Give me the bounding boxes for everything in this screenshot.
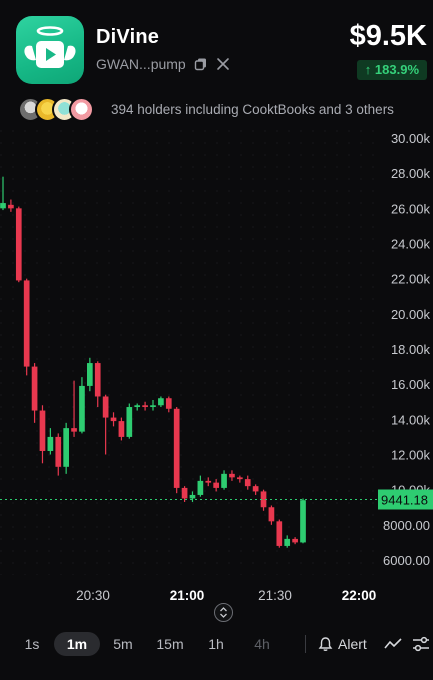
- candle-body: [300, 500, 306, 543]
- holders-row[interactable]: 394 holders including CooktBooks and 3 o…: [18, 97, 428, 123]
- timeframe-toolbar: 1s 1m 5m 15m 1h 4h Alert: [0, 628, 433, 660]
- candle-body: [102, 396, 109, 418]
- candle-body: [173, 408, 180, 488]
- candle-body: [158, 398, 164, 406]
- price-chart[interactable]: 30.00k 28.00k 26.00k 24.00k 22.00k 20.00k 18.0…: [0, 130, 433, 605]
- x-tick-label: 21:30: [258, 588, 292, 603]
- timeframe-15m[interactable]: 15m: [152, 632, 188, 656]
- timeframe-5m[interactable]: 5m: [108, 632, 138, 656]
- candle-body: [276, 521, 283, 546]
- y-tick-label: 8000.00: [383, 518, 430, 533]
- alert-label: Alert: [338, 636, 367, 652]
- token-logo: [16, 16, 84, 84]
- token-price: $9.5K: [349, 20, 427, 52]
- y-tick-label: 30.00k: [391, 131, 431, 146]
- current-price-label: 9441.18: [381, 492, 428, 507]
- timeframe-1s[interactable]: 1s: [18, 632, 46, 656]
- candle-body: [165, 398, 172, 409]
- price-change-badge: ↑ 183.9%: [356, 60, 427, 80]
- candle-body: [8, 204, 14, 209]
- y-tick-label: 16.00k: [391, 377, 431, 392]
- candle-body: [150, 405, 156, 408]
- token-address-row: GWAN...pump: [96, 55, 230, 73]
- timeframe-1h[interactable]: 1h: [202, 632, 230, 656]
- x-social-icon[interactable]: [216, 57, 230, 71]
- token-chart-screen: DiVine GWAN...pump $9.5K ↑ 183.9% 394 ho…: [0, 0, 433, 680]
- copy-icon[interactable]: [194, 57, 208, 71]
- candle-body: [142, 405, 148, 408]
- chart-grid: [0, 130, 378, 575]
- alert-button[interactable]: Alert: [318, 633, 367, 655]
- candlestick-chart[interactable]: 30.00k 28.00k 26.00k 24.00k 22.00k 20.00k 18.0…: [0, 130, 433, 605]
- candle-body: [189, 494, 196, 499]
- candle-body: [237, 477, 243, 480]
- play-angel-icon: [24, 26, 76, 68]
- holder-avatars: [18, 97, 102, 123]
- candle-body: [94, 363, 101, 397]
- candle-body: [55, 436, 62, 467]
- y-tick-label: 22.00k: [391, 272, 431, 287]
- candle-body: [110, 417, 117, 422]
- candle-body: [126, 407, 133, 437]
- avatar: [69, 97, 94, 122]
- y-tick-label: 18.00k: [391, 342, 431, 357]
- timeframe-1m[interactable]: 1m: [54, 632, 100, 656]
- candle-body: [15, 208, 22, 281]
- x-tick-label: 22:00: [342, 588, 377, 603]
- token-header: DiVine GWAN...pump $9.5K ↑ 183.9%: [0, 0, 433, 95]
- x-tick-label: 20:30: [76, 588, 110, 603]
- candle-body: [31, 366, 38, 411]
- candle-body: [71, 428, 77, 432]
- token-address[interactable]: GWAN...pump: [96, 56, 186, 72]
- candle-body: [181, 487, 188, 499]
- timeframe-4h[interactable]: 4h: [247, 632, 277, 656]
- x-tick-label: 21:00: [170, 588, 205, 603]
- candle-body: [268, 507, 275, 522]
- y-tick-label: 6000.00: [383, 553, 430, 568]
- y-tick-label: 24.00k: [391, 237, 431, 252]
- candle-body: [23, 280, 30, 367]
- line-chart-icon[interactable]: [384, 636, 402, 652]
- y-tick-label: 12.00k: [391, 448, 431, 463]
- candle-body: [39, 410, 46, 451]
- scroll-toggle-button[interactable]: [214, 603, 233, 622]
- chevron-up-down-icon: [220, 607, 227, 618]
- candle-body: [284, 538, 291, 546]
- candle-body: [0, 203, 6, 209]
- toolbar-divider: [305, 635, 306, 653]
- y-tick-label: 28.00k: [391, 166, 431, 181]
- candle-body: [118, 421, 125, 437]
- candle-body: [47, 436, 54, 451]
- sliders-icon[interactable]: [412, 636, 430, 652]
- bell-icon: [318, 637, 333, 651]
- candle-body: [213, 482, 219, 488]
- y-tick-label: 20.00k: [391, 307, 431, 322]
- candle-body: [63, 428, 69, 467]
- candle-body: [87, 363, 93, 386]
- candle-body: [134, 405, 141, 408]
- y-tick-label: 14.00k: [391, 412, 431, 427]
- candle-body: [197, 480, 204, 495]
- candle-body: [205, 480, 212, 483]
- candle-body: [79, 385, 85, 432]
- candle-body: [252, 486, 259, 492]
- candle-body: [229, 473, 235, 478]
- candle-body: [292, 538, 298, 543]
- y-tick-label: 26.00k: [391, 201, 431, 216]
- candle-body: [221, 473, 227, 488]
- holders-summary: 394 holders including CooktBooks and 3 o…: [111, 102, 394, 117]
- token-name: DiVine: [96, 26, 160, 48]
- candle-body: [244, 479, 251, 487]
